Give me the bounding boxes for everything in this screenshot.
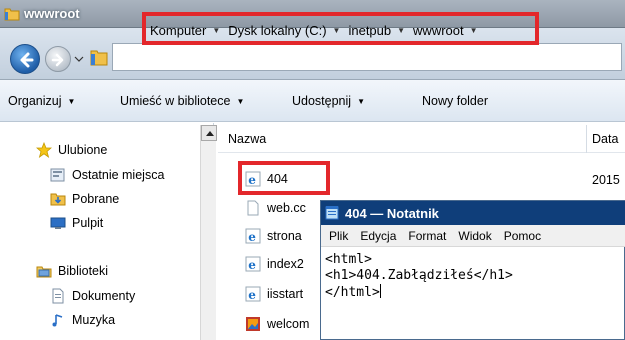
- sidebar-item-downloads[interactable]: Pobrane: [50, 191, 119, 207]
- triangle-up-icon: [206, 131, 214, 136]
- back-button[interactable]: [10, 44, 40, 74]
- share-label: Udostępnij: [292, 94, 352, 108]
- file-row-iisstart[interactable]: e iisstart: [245, 286, 303, 302]
- new-folder-label: Nowy folder: [422, 94, 488, 108]
- notepad-text-area[interactable]: <html> <h1>404.Zabłądziłeś</h1> </html>: [325, 252, 513, 301]
- menu-help[interactable]: Pomoc: [504, 229, 541, 243]
- sidebar-label: Pobrane: [72, 192, 120, 206]
- file-row-welcome[interactable]: welcom: [245, 316, 309, 332]
- breadcrumb-item-inetpub[interactable]: inetpub: [348, 23, 391, 38]
- sidebar-item-music[interactable]: Muzyka: [50, 312, 115, 328]
- scroll-up-button[interactable]: [201, 125, 217, 141]
- column-header-date[interactable]: Data: [592, 132, 618, 146]
- svg-text:e: e: [248, 258, 256, 272]
- menu-format[interactable]: Format: [408, 229, 446, 243]
- blank-file-icon: [245, 200, 261, 216]
- sidebar-item-recent[interactable]: Ostatnie miejsca: [50, 167, 164, 183]
- notepad-titlebar[interactable]: 404 — Notatnik: [321, 201, 625, 225]
- caret-down-icon: ▼: [236, 96, 245, 106]
- breadcrumb-arrow-icon[interactable]: ▼: [470, 26, 478, 35]
- new-folder-button[interactable]: Nowy folder: [422, 94, 488, 108]
- sidebar-label: Pulpit: [72, 216, 104, 230]
- file-name: iisstart: [267, 287, 304, 301]
- chevron-down-icon[interactable]: [74, 54, 84, 64]
- library-label: Umieść w bibliotece: [120, 94, 231, 108]
- folder-icon: [4, 6, 20, 22]
- caret-down-icon: ▼: [67, 96, 76, 106]
- nav-pane-scrollbar[interactable]: [200, 125, 217, 340]
- recent-places-icon: [50, 167, 66, 183]
- organize-button[interactable]: Organizuj ▼: [8, 94, 75, 108]
- downloads-folder-icon: [50, 191, 66, 207]
- sidebar-item-documents[interactable]: Dokumenty: [50, 288, 135, 304]
- text-line: <html>: [325, 252, 372, 267]
- folder-icon: [90, 47, 108, 67]
- file-name: index2: [267, 257, 304, 271]
- file-name: strona: [267, 229, 302, 243]
- file-name: web.cc: [267, 201, 306, 215]
- documents-icon: [50, 288, 66, 304]
- file-highlight-box: [238, 161, 330, 195]
- notepad-icon: [325, 205, 340, 220]
- window-title: wwwroot: [24, 6, 80, 21]
- organize-label: Organizuj: [8, 94, 62, 108]
- sidebar-item-desktop[interactable]: Pulpit: [50, 215, 103, 231]
- ie-file-icon: e: [245, 286, 261, 302]
- image-file-icon: [245, 316, 261, 332]
- breadcrumb-arrow-icon[interactable]: ▼: [212, 26, 220, 35]
- notepad-menubar: Plik Edycja Format Widok Pomoc: [321, 225, 625, 247]
- svg-text:e: e: [248, 288, 256, 302]
- text-line: <h1>404.Zabłądziłeś</h1>: [325, 268, 513, 283]
- caret-down-icon: ▼: [357, 96, 365, 106]
- column-divider[interactable]: [586, 125, 587, 153]
- text-cursor: [379, 284, 381, 298]
- notepad-window: 404 — Notatnik Plik Edycja Format Widok …: [320, 200, 625, 340]
- sidebar-item-libraries[interactable]: Biblioteki: [36, 263, 108, 279]
- file-name: welcom: [267, 317, 310, 331]
- breadcrumb-item-computer[interactable]: Komputer: [150, 23, 206, 38]
- arrow-right-icon: [51, 53, 64, 67]
- music-icon: [50, 312, 66, 328]
- arrow-left-icon: [20, 52, 34, 68]
- file-row-web-config[interactable]: web.cc: [245, 200, 306, 216]
- text-line: </html>: [325, 285, 380, 300]
- file-date: 2015: [592, 173, 620, 187]
- address-input[interactable]: [112, 43, 622, 71]
- libraries-icon: [36, 263, 52, 279]
- ie-file-icon: e: [245, 228, 261, 244]
- include-in-library-button[interactable]: Umieść w bibliotece ▼: [120, 94, 244, 108]
- menu-file[interactable]: Plik: [329, 229, 348, 243]
- menu-view[interactable]: Widok: [458, 229, 491, 243]
- breadcrumb-arrow-icon[interactable]: ▼: [333, 26, 341, 35]
- breadcrumb-arrow-icon[interactable]: ▼: [397, 26, 405, 35]
- breadcrumb-item-drive[interactable]: Dysk lokalny (C:): [228, 23, 326, 38]
- breadcrumb: Komputer ▼ Dysk lokalny (C:) ▼ inetpub ▼…: [150, 20, 480, 40]
- notepad-title: 404 — Notatnik: [345, 206, 439, 221]
- breadcrumb-item-wwwroot[interactable]: wwwroot: [413, 23, 464, 38]
- file-row-index2[interactable]: e index2: [245, 256, 304, 272]
- share-button[interactable]: Udostępnij ▼: [292, 94, 365, 108]
- svg-text:e: e: [248, 230, 256, 244]
- file-row-strona[interactable]: e strona: [245, 228, 302, 244]
- command-toolbar: Organizuj ▼ Umieść w bibliotece ▼ Udostępn…: [0, 80, 625, 122]
- star-icon: [35, 141, 53, 158]
- sidebar-item-favorites[interactable]: Ulubione: [35, 141, 108, 158]
- sidebar-label: Muzyka: [72, 313, 116, 327]
- column-header-name[interactable]: Nazwa: [228, 132, 266, 146]
- text-line-last: </html>: [325, 284, 513, 301]
- menu-edit[interactable]: Edycja: [360, 229, 396, 243]
- sidebar-label: Ulubione: [58, 143, 108, 157]
- ie-file-icon: e: [245, 256, 261, 272]
- sidebar-label: Biblioteki: [58, 264, 109, 278]
- desktop-icon: [50, 215, 66, 231]
- sidebar-label: Dokumenty: [72, 289, 136, 303]
- forward-button[interactable]: [45, 46, 71, 72]
- sidebar-label: Ostatnie miejsca: [72, 168, 165, 182]
- column-header-row: Nazwa Data: [218, 125, 625, 153]
